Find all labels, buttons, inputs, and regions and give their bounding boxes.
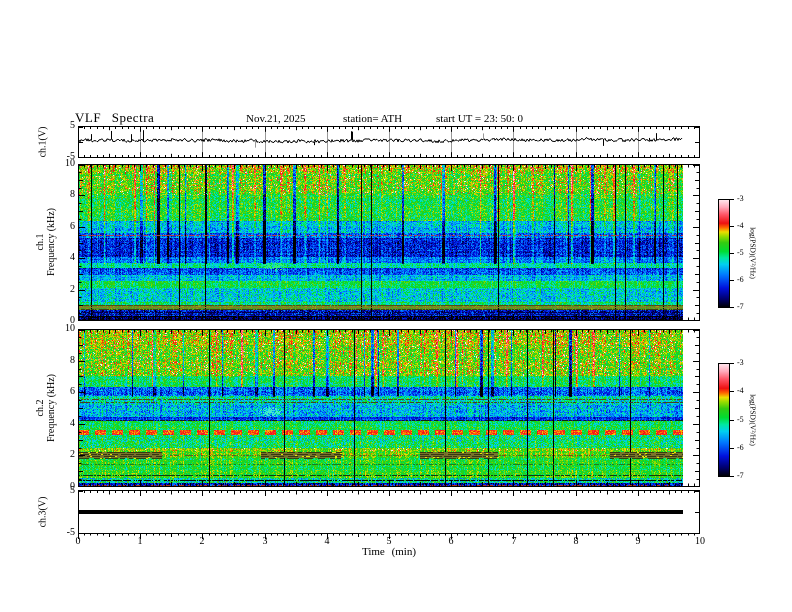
colorbar-tick: -4 <box>737 386 744 395</box>
freq-tick: 4 <box>70 418 75 429</box>
time-tick: 8 <box>573 536 579 547</box>
time-tick: 6 <box>448 536 454 547</box>
freq-tick: 6 <box>70 221 75 232</box>
wave-ytick: 5 <box>70 120 75 131</box>
ch3-axis-title: ch.3(V) <box>37 496 49 528</box>
freq-tick: 2 <box>70 284 75 295</box>
time-tick: 10 <box>695 536 705 547</box>
colorbar-tick: -4 <box>737 221 744 230</box>
ch3-ytick: 5 <box>70 485 75 496</box>
colorbar-tick: -5 <box>737 248 744 257</box>
time-tick: 1 <box>137 536 143 547</box>
colorbar-tick: -7 <box>737 471 744 480</box>
time-tick: 9 <box>635 536 641 547</box>
time-tick: 0 <box>75 536 81 547</box>
ch3-trace-canvas <box>78 490 700 541</box>
ch2-spectrogram-canvas <box>78 329 700 487</box>
time-axis-title: Time (min) <box>361 546 417 558</box>
colorbar-ch2 <box>718 363 736 477</box>
freq-tick: 2 <box>70 449 75 460</box>
colorbar-tick: -6 <box>737 443 744 452</box>
time-tick: 7 <box>511 536 517 547</box>
start-ut-label: start UT = 23: 50: 0 <box>436 113 523 125</box>
time-tick: 2 <box>199 536 205 547</box>
ch1-spectrogram-canvas <box>78 164 700 321</box>
freq-tick: 10 <box>65 158 75 169</box>
colorbar-tick: -3 <box>737 194 744 203</box>
freq-tick: 8 <box>70 355 75 366</box>
figure-date: Nov.21, 2025 <box>246 113 306 125</box>
colorbar-tick: -3 <box>737 358 744 367</box>
ch1-wave-axis-title: ch.1(V) <box>37 126 49 158</box>
ch1-spec-axis-title: ch.1 Frequency (kHz) <box>35 207 57 277</box>
colorbar-ch1 <box>718 199 736 308</box>
time-tick: 4 <box>324 536 330 547</box>
vlf-spectra-figure: VLF Spectra Nov.21, 2025 station= ATH st… <box>0 0 792 612</box>
colorbar-tick: -7 <box>737 302 744 311</box>
colorbar-tick: -5 <box>737 415 744 424</box>
station-label: station= ATH <box>343 113 403 125</box>
freq-tick: 4 <box>70 252 75 263</box>
colorbar-tick: -6 <box>737 275 744 284</box>
time-tick: 3 <box>262 536 268 547</box>
freq-tick: 10 <box>65 323 75 334</box>
freq-tick: 8 <box>70 189 75 200</box>
colorbar2-title: log(PSD)(V²/Hz) <box>748 394 758 446</box>
freq-tick: 6 <box>70 386 75 397</box>
ch1-waveform-canvas <box>78 126 700 158</box>
figure-title: VLF Spectra <box>75 110 155 125</box>
ch2-spec-axis-title: ch.2 Frequency (kHz) <box>35 373 57 443</box>
colorbar1-title: log(PSD)(V²/Hz) <box>748 227 758 279</box>
